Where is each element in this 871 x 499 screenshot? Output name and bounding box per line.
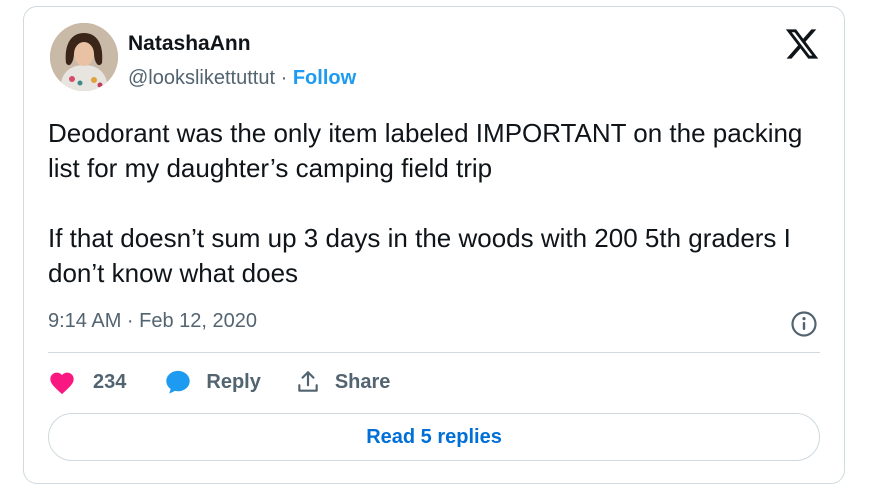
tweet-card: NatashaAnn @lookslikettuttut · Follow De… [23,6,845,484]
share-label: Share [334,370,391,393]
x-logo-icon[interactable] [784,26,820,62]
tweet-timestamp[interactable]: 9:14 AM · Feb 12, 2020 [48,310,257,333]
divider [48,352,820,353]
tweet-text: Deodorant was the only item labeled IMPO… [48,118,803,288]
speech-bubble-icon [164,368,192,396]
share-upload-icon [295,369,321,395]
read-replies-button[interactable]: Read 5 replies [48,413,820,461]
like-count: 234 [93,370,127,393]
like-button[interactable]: 234 [48,369,164,395]
reply-button[interactable]: Reply [164,368,294,396]
reply-label: Reply [206,370,261,393]
handle-row: @lookslikettuttut · Follow [128,67,356,90]
follow-button[interactable]: Follow [293,67,356,89]
avatar[interactable] [50,23,118,91]
info-icon[interactable] [790,310,818,338]
author-handle[interactable]: @lookslikettuttut [128,67,275,89]
author-name[interactable]: NatashaAnn [128,32,251,56]
action-bar: 234 Reply Share [48,367,390,397]
heart-icon [48,369,76,395]
separator-dot: · [280,67,288,89]
share-button[interactable]: Share [295,369,391,395]
